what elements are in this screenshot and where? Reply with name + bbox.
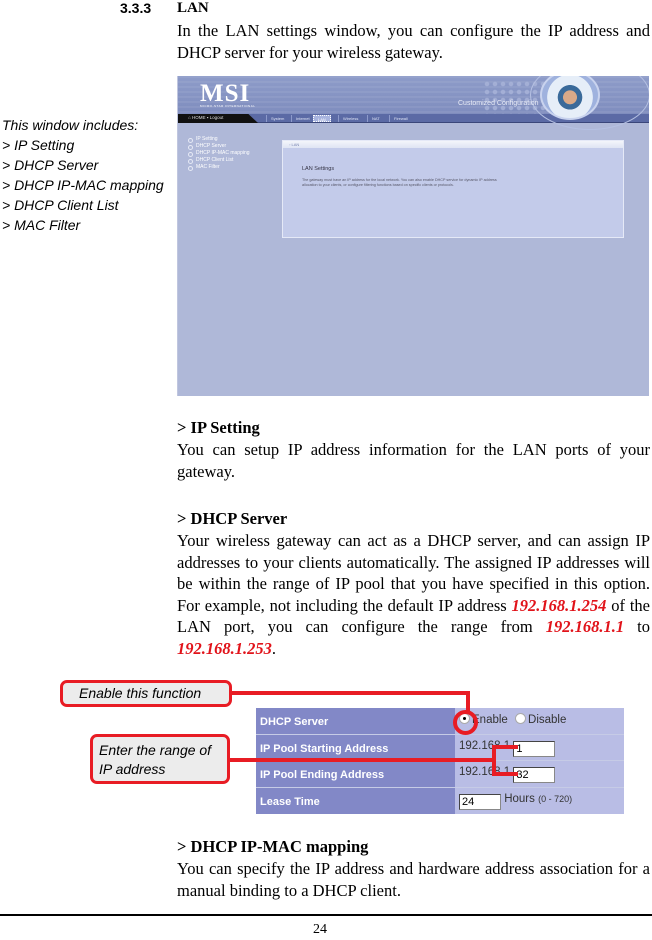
range-start-ip: 192.168.1.1 bbox=[545, 617, 625, 636]
dhcp-server-heading: > DHCP Server bbox=[177, 509, 288, 528]
callout-connector bbox=[230, 691, 470, 695]
default-ip: 192.168.1.254 bbox=[511, 595, 607, 615]
tagline: Customized Configuration bbox=[458, 100, 539, 107]
msi-logo-subtitle: MICRO-STAR INTERNATIONAL bbox=[200, 104, 256, 108]
dhcp-row-server: DHCP Server Enable Disable bbox=[256, 708, 624, 735]
tab-firewall[interactable]: Firewall bbox=[389, 115, 412, 122]
nav-logout[interactable]: Logout bbox=[210, 115, 224, 120]
ip-mac-heading: > DHCP IP-MAC mapping bbox=[177, 837, 369, 856]
dhcp-row-lease: Lease Time 24 Hours (0 - 720) bbox=[256, 787, 624, 814]
panel-text: The gateway must have an IP address for … bbox=[302, 178, 497, 187]
lease-time-value: 24 Hours (0 - 720) bbox=[455, 787, 624, 814]
section-title: LAN bbox=[177, 0, 209, 16]
pool-end-label: IP Pool Ending Address bbox=[256, 761, 455, 787]
side-note-item: > IP Setting bbox=[2, 137, 75, 153]
logout-icon: ▪ bbox=[206, 115, 209, 120]
ip-mac-body: You can specify the IP address and hardw… bbox=[177, 859, 650, 900]
disable-radio[interactable] bbox=[515, 713, 527, 724]
callout-enable: Enable this function bbox=[60, 680, 232, 707]
callout-connector bbox=[492, 772, 518, 776]
tab-nat[interactable]: NAT bbox=[367, 115, 384, 122]
enable-highlight-ring bbox=[453, 710, 478, 735]
disable-label: Disable bbox=[528, 714, 567, 726]
ip-setting-body: You can setup IP address information for… bbox=[177, 440, 650, 481]
side-note-item: > DHCP Client List bbox=[2, 197, 119, 213]
tab-internet[interactable]: Internet bbox=[291, 115, 314, 122]
pool-end-input[interactable]: 32 bbox=[513, 767, 556, 783]
side-note-item: > DHCP Server bbox=[2, 157, 99, 173]
footer-rule bbox=[0, 914, 652, 916]
dhcp-server-label: DHCP Server bbox=[256, 708, 455, 734]
dhcp-server-body: Your wireless gateway can act as a DHCP … bbox=[177, 531, 650, 658]
lease-time-label: Lease Time bbox=[256, 787, 455, 814]
side-note-item: > MAC Filter bbox=[2, 217, 81, 233]
pool-end-value: 192.168.1. 32 bbox=[455, 761, 624, 787]
pool-start-label: IP Pool Starting Address bbox=[256, 734, 455, 760]
nav-home[interactable]: ⌂ HOME ▪ Logout bbox=[188, 115, 223, 120]
lan-settings-screenshot: MSI MICRO-STAR INTERNATIONAL Customized … bbox=[177, 76, 649, 396]
pool-start-input[interactable]: 1 bbox=[513, 740, 556, 757]
section-intro: In the LAN settings window, you can conf… bbox=[177, 21, 650, 62]
menu-mac-filter[interactable]: MAC Filter bbox=[188, 164, 250, 171]
lease-unit: Hours bbox=[504, 792, 535, 805]
callout-connector bbox=[492, 745, 518, 749]
lan-panel: ◦ LAN LAN Settings The gateway must have… bbox=[282, 140, 624, 238]
menu-dhcp-client-list[interactable]: DHCP Client List bbox=[188, 157, 250, 164]
callout-connector bbox=[466, 691, 470, 712]
nav-home-area: ⌂ HOME ▪ Logout bbox=[178, 114, 258, 123]
side-note-item: > DHCP IP-MAC mapping bbox=[2, 177, 164, 193]
dhcp-row-end: IP Pool Ending Address 192.168.1. 32 bbox=[256, 761, 624, 788]
screenshot-header: MSI MICRO-STAR INTERNATIONAL Customized … bbox=[178, 76, 649, 130]
side-note-heading: This window includes: bbox=[2, 117, 139, 133]
dhcp-server-value: Enable Disable bbox=[455, 708, 624, 734]
panel-heading: LAN Settings bbox=[302, 166, 335, 172]
section-number: 3.3.3 bbox=[120, 0, 152, 16]
menu-ip-setting[interactable]: IP Setting bbox=[188, 136, 250, 143]
range-end-ip: 192.168.1.253 bbox=[177, 638, 272, 658]
lease-range: (0 - 720) bbox=[538, 793, 573, 804]
callout-range: Enter the range of IP address bbox=[90, 734, 230, 784]
callout-connector bbox=[230, 758, 494, 762]
lease-time-input[interactable]: 24 bbox=[459, 793, 501, 810]
page-number: 24 bbox=[313, 922, 327, 937]
screenshot-side-menu: IP Setting DHCP Server DHCP IP-MAC mappi… bbox=[188, 136, 250, 171]
pool-start-value: 192.168.1. 1 bbox=[455, 734, 624, 760]
tab-wireless[interactable]: Wireless bbox=[338, 115, 362, 122]
side-note: This window includes: > IP Setting > DHC… bbox=[2, 115, 164, 235]
menu-dhcp-ip-mac[interactable]: DHCP IP-MAC mapping bbox=[188, 150, 250, 157]
tab-lan[interactable]: LAN bbox=[313, 115, 331, 122]
panel-title: ◦ LAN bbox=[283, 141, 623, 148]
menu-dhcp-server[interactable]: DHCP Server bbox=[188, 143, 250, 150]
callout-connector bbox=[492, 745, 496, 775]
ip-setting-heading: > IP Setting bbox=[177, 418, 260, 437]
tab-system[interactable]: System bbox=[266, 115, 288, 122]
